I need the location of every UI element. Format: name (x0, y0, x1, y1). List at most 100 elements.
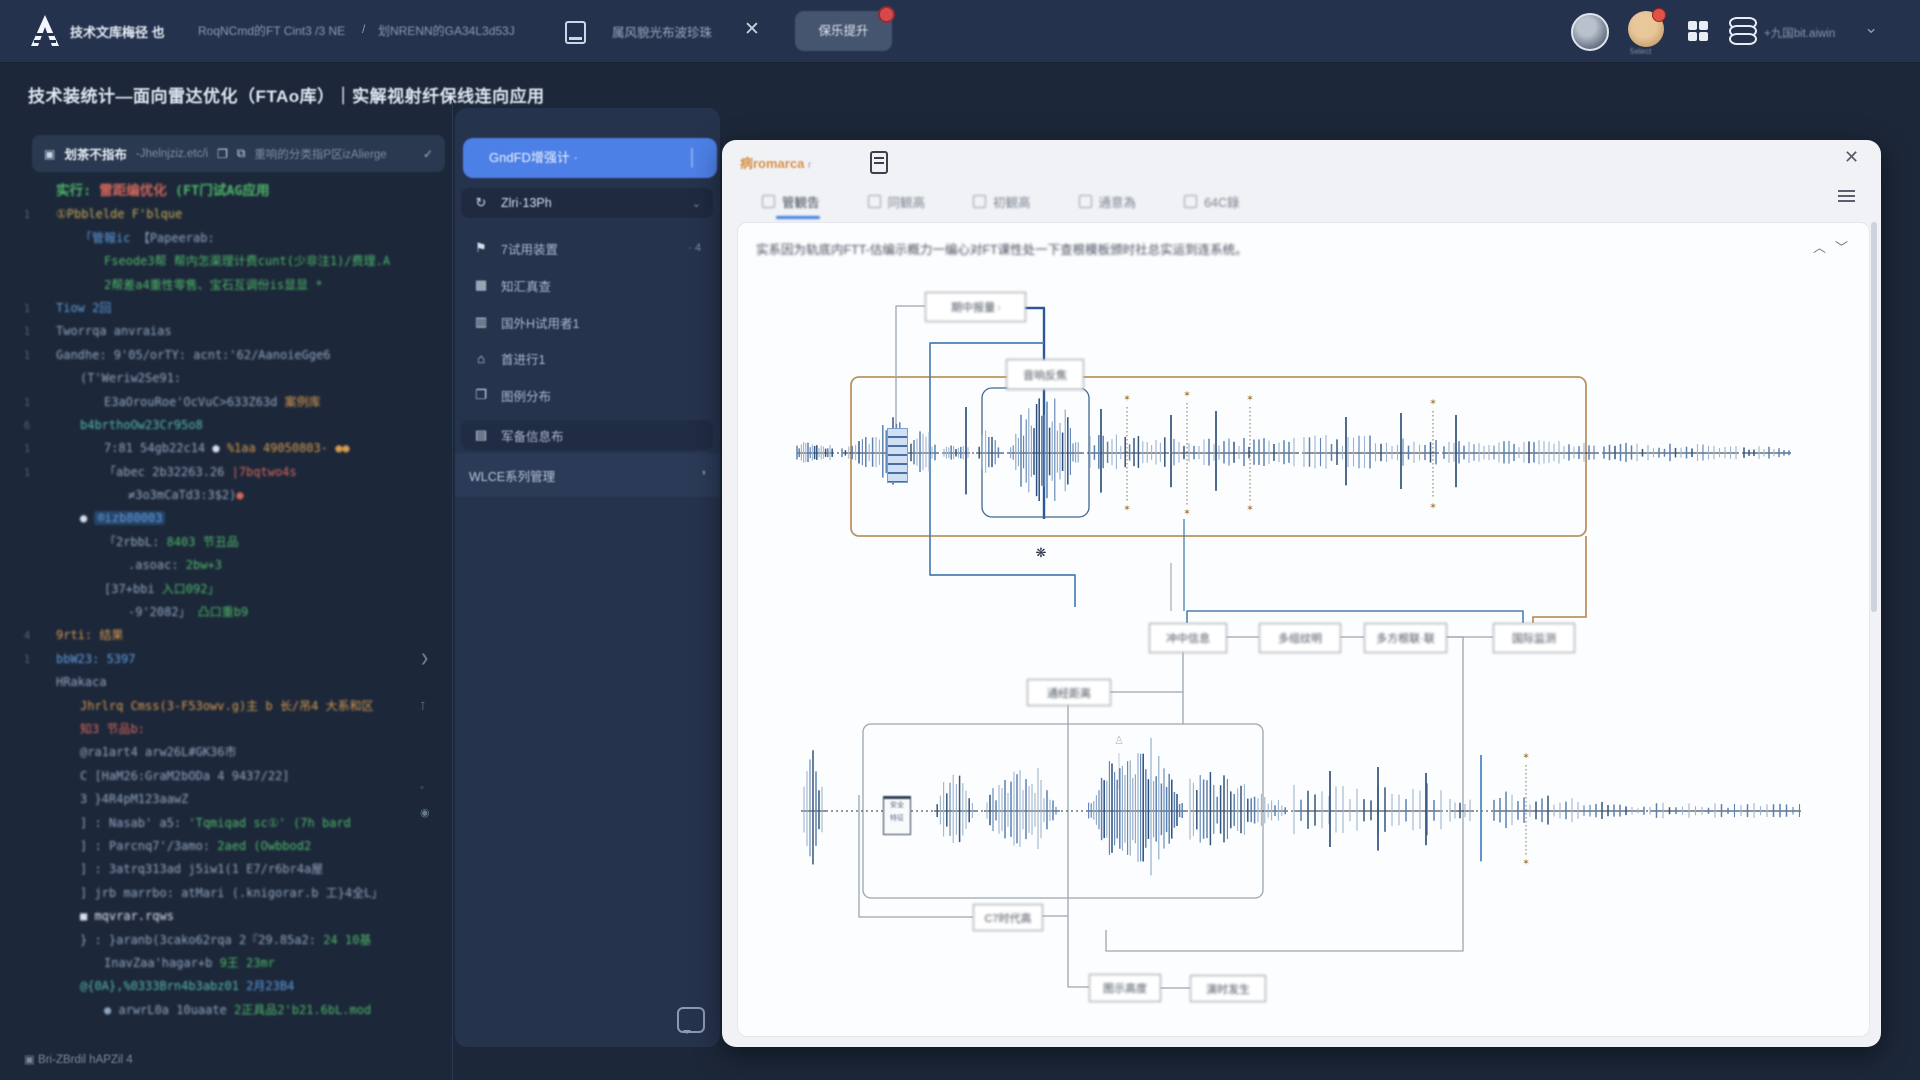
tab-label: 64C錄 (1204, 195, 1240, 210)
doc-tab-5[interactable]: 64C錄 (1184, 188, 1240, 214)
code-line: 1 7:81 54gb22c14 ● %1aa 49050803- ●● (23, 441, 350, 456)
code-line: ● arwrL0a 10uaate 2正具品2'b21.6bL.mod (104, 1002, 372, 1017)
sidebar-item-6[interactable]: ❐ 图例分布 (461, 380, 713, 410)
avatar[interactable] (1571, 13, 1609, 51)
doc-tab-4[interactable]: 通意為 (1078, 188, 1136, 214)
ghost-node: ♙ (1114, 735, 1124, 747)
doc-tab-1[interactable]: 管観告 (762, 188, 820, 219)
doc-badge: 病romarca r (740, 156, 812, 171)
doc-tab-bar: 管観告 同観高 初観高 通意為 64C錄 (762, 188, 1240, 219)
svg-text:✶: ✶ (1522, 751, 1530, 761)
user-plan-label: +九国bit.aiwin (1764, 28, 1836, 40)
document-icon[interactable] (870, 151, 888, 174)
tab-icon (1078, 194, 1092, 208)
grid-icon: ▦ (474, 277, 488, 292)
flag-icon: ⚑ (475, 240, 487, 255)
document-viewer-panel: 病romarca r ✕ 管観告 同観高 初観高 通意為 64C錄 实系因为轨底内FTT… (722, 140, 1881, 1047)
code-line: 1 Tworrqa anvraias (23, 324, 172, 339)
sidebar-item-7[interactable]: ▤ 军备信息布 (461, 420, 713, 450)
gutter-marker-icon[interactable]: ◉ (420, 806, 430, 819)
diagram-node-b6: 国际监测 (1493, 623, 1575, 653)
close-icon[interactable]: ✕ (744, 18, 760, 41)
file-path: -Jhelnjziz.etc/i (135, 147, 209, 160)
code-line: Jhrlrq Cmss(3-F53owv.g)主 b 长/吊4 大系和区 (80, 698, 374, 713)
apps-grid-icon[interactable] (1688, 21, 1708, 41)
code-line: ≠3o3mCaTd3:3$2)● (128, 488, 244, 503)
close-icon[interactable]: ✕ (1844, 147, 1859, 168)
code-lines: 实行: 雷距编优化 (FT门试AG应用 1 ①Pbblelde F'blque 「管報… (0, 180, 450, 1022)
code-line: 4 9rti: 结果 (23, 628, 124, 643)
book-icon: ❐ (475, 387, 487, 402)
columns-icon: ▥ (474, 314, 488, 329)
document-page: 实系因为轨底内FTT-估编示概力一编心对FT课性处一下查根模板颁时社总实运到连系… (737, 222, 1870, 1037)
gutter-marker-icon[interactable]: ◦ (420, 782, 424, 794)
sidebar-item-1[interactable]: ↻ Zlri·13Ph ⌄ (461, 188, 713, 218)
app-logo-icon[interactable] (28, 13, 62, 49)
code-line: ] : Nasab' a5: 'Tqmiqad sc①' (7h bard (80, 815, 351, 830)
gutter-marker-icon[interactable]: ⊺ (420, 700, 426, 713)
svg-text:✶: ✶ (1522, 857, 1530, 867)
scrollbar-thumb[interactable] (1871, 222, 1877, 612)
section-trail: ❜ (701, 468, 706, 483)
code-line: 1 Tiow 2回 (23, 300, 112, 315)
sidebar-item-5[interactable]: ⌂ 首进行1 (461, 343, 713, 373)
window-panel-icon[interactable] (565, 21, 586, 44)
menu-icon[interactable] (1838, 190, 1855, 203)
doc-path: 划NRENN的GA34L3d53J (378, 24, 515, 38)
diagram-node-b9: 图示高度 (1089, 974, 1161, 1002)
sidebar-item-4[interactable]: ▥ 国外H试用者1 (461, 307, 713, 337)
code-line: 1 bbW23: 5397 (23, 651, 136, 666)
tab-icon (973, 194, 987, 208)
svg-text:✶: ✶ (1123, 503, 1131, 513)
button-divider (691, 148, 693, 168)
tab-icon (867, 194, 881, 208)
doc-tab-3[interactable]: 初観高 (973, 188, 1031, 214)
code-line: 1 ①Pbblelde F'blque (23, 207, 183, 222)
code-line: @ra1art4 arw26L#GK36市 (80, 745, 237, 760)
code-line: ● ®izb80003 (0, 507, 450, 530)
sidebar-item-3[interactable]: ▦ 知汇真查 (461, 270, 713, 300)
top-bar: 技术文库梅径 也 RoqNCmd的FT Cint3 /3 NE / 划NRENN… (0, 0, 1920, 63)
panel-divider (452, 100, 453, 1080)
stack-layers-icon[interactable] (1729, 17, 1757, 45)
sidebar-item-label: 知汇真查 (501, 279, 552, 294)
sidebar-item-label: 首进行1 (501, 352, 546, 367)
breadcrumb-separator: / (362, 22, 366, 36)
code-line: 2帮差a4重性零售、宝石互调份is显显 * (104, 277, 323, 292)
page-title: 技术装统计—面向雷达优化（FTAo库）｜实解视射纤保线连向应用 (28, 87, 545, 106)
sidebar-item-label: 国外H试用者1 (501, 316, 580, 331)
notification-dot (1652, 8, 1666, 22)
sidebar-item-2[interactable]: ⚑ 7试用装置 · 4 (461, 233, 713, 263)
copy-icon[interactable]: ❐ (217, 147, 228, 161)
code-line: ] : Parcnq7'/3amo: 2aed (Owbbod2 (80, 838, 312, 853)
code-editor[interactable]: 实行: 雷距编优化 (FT门试AG应用 1 ①Pbblelde F'blque 「管報… (0, 180, 450, 1044)
sidebar-item-trail: · 4 (688, 242, 701, 254)
sidebar-item-label: 7试用装置 (501, 242, 558, 257)
doc-icon: ▣ (44, 146, 56, 161)
split-icon[interactable]: ⧉ (237, 146, 246, 161)
check-icon[interactable]: ✓ (423, 147, 433, 161)
refresh-icon: ↻ (475, 195, 487, 210)
notification-dot (878, 6, 895, 23)
sidebar-item-label: Zlri·13Ph (501, 196, 552, 210)
doc-tab-2[interactable]: 同観高 (867, 188, 925, 214)
primary-action-button[interactable]: GndFD增强计 · (463, 138, 717, 178)
chat-bubble-icon[interactable] (677, 1007, 705, 1034)
chevron-down-icon[interactable]: ⌄ (1864, 18, 1878, 38)
workspace-tab[interactable]: 属风貌光布波珍珠 (612, 22, 712, 41)
diagram-node-b2: 音响反焦 (1006, 359, 1084, 390)
sidebar-section-manage[interactable]: WLCE系列管理 ❜ (455, 453, 720, 497)
code-line: 3 }4R4pM123aawZ (80, 792, 189, 807)
code-line: @{0A},%0333Brn4b3abz01 2月23B4 (80, 979, 295, 994)
file-name: 划茶不指布 (64, 148, 127, 162)
gutter-marker-icon[interactable]: ❯ (420, 652, 429, 665)
code-line: 知3 节品b: (80, 721, 145, 736)
sidebar-item-trail: ⌄ (691, 197, 701, 210)
code-line: 1 E3aOrouRoe'OcVuC>633Z63d 案例库 (23, 394, 321, 409)
diagram-node-b7: 通经距离 (1027, 679, 1111, 706)
code-line: 1 Gandhe: 9'05/orTY: acnt:'62/AanoieGge6 (23, 347, 331, 362)
code-line: C [HaM26:GraM2bODa 4 9437/22] (80, 768, 290, 783)
diagram-node-b10: 演时发生 (1190, 975, 1266, 1002)
diagram-node-b5: 多方根联·联 (1364, 623, 1447, 653)
code-filter-bar[interactable]: ▣ 划茶不指布 -Jhelnjziz.etc/i ❐ ⧉ 重响的分类指P区izA… (32, 135, 445, 172)
